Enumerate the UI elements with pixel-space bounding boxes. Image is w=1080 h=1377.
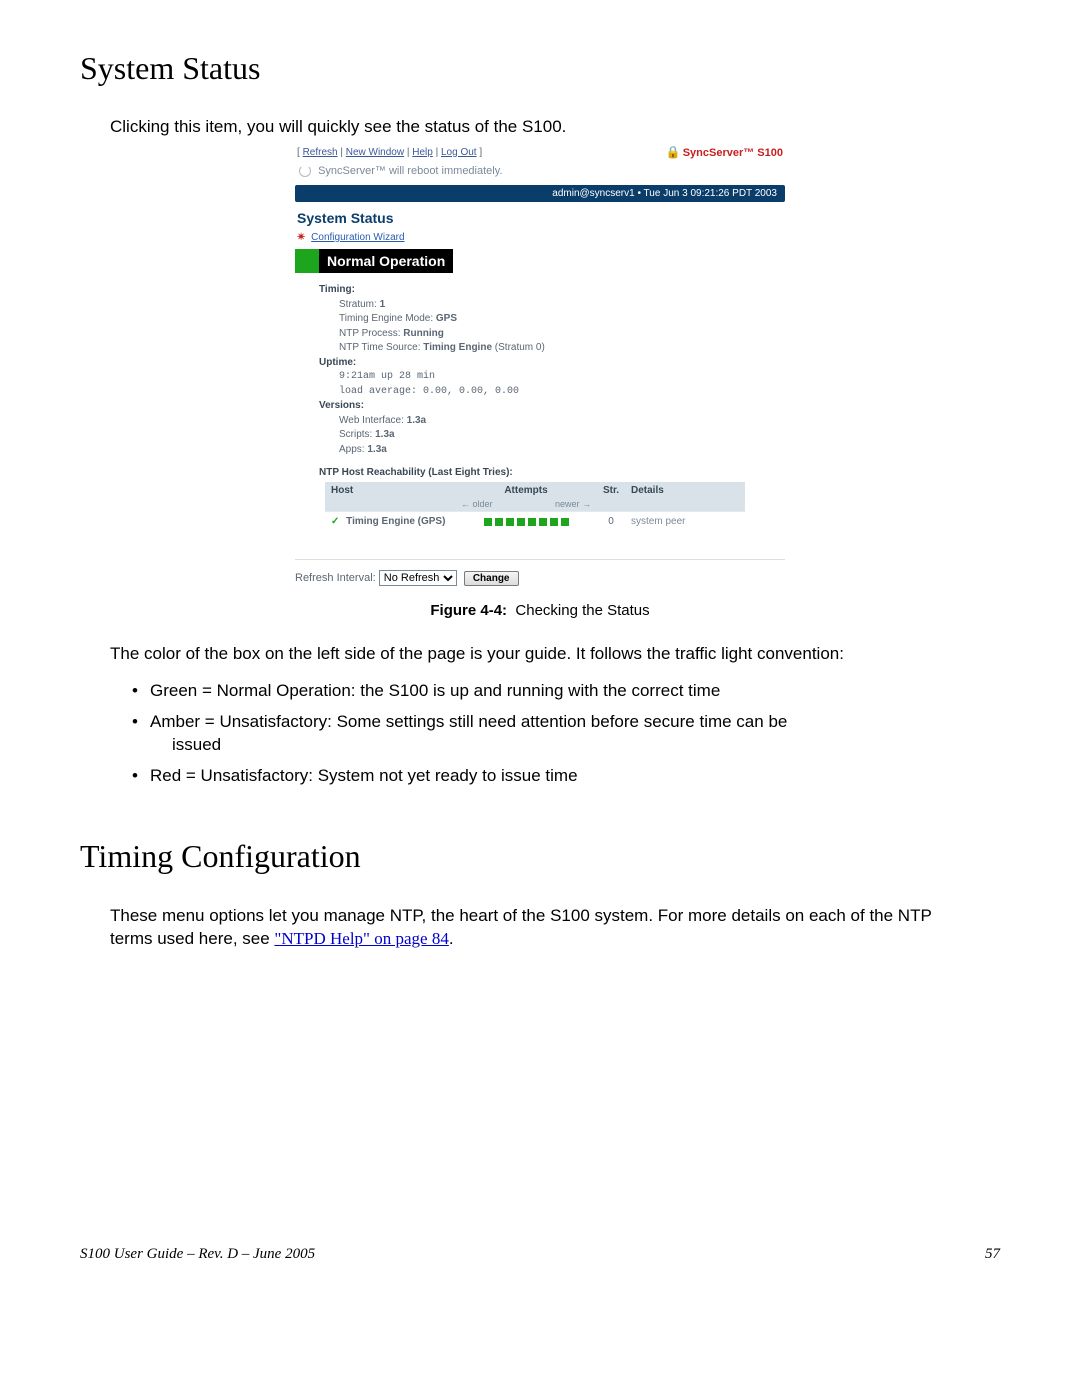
footer-left: S100 User Guide – Rev. D – June 2005	[80, 1246, 315, 1263]
list-item: Amber = Unsatisfactory: Some settings st…	[150, 711, 970, 757]
list-item: Green = Normal Operation: the S100 is up…	[150, 680, 970, 703]
status-indicator-bar: Normal Operation	[295, 249, 785, 273]
refresh-interval-select[interactable]: No Refresh	[379, 570, 457, 586]
footer-page-number: 57	[985, 1246, 1000, 1263]
check-icon: ✓	[331, 516, 339, 527]
reachability-heading: NTP Host Reachability (Last Eight Tries)…	[295, 457, 785, 482]
attempt-square-icon	[517, 518, 525, 526]
attempt-square-icon	[484, 518, 492, 526]
top-links-group: [ Refresh | New Window | Help | Log Out …	[297, 147, 482, 158]
attempt-square-icon	[528, 518, 536, 526]
change-button[interactable]: Change	[464, 571, 519, 586]
config-wizard-row: ✴ Configuration Wizard	[295, 230, 785, 249]
col-stratum: Str.	[591, 485, 631, 496]
user-time-banner: admin@syncserv1 • Tue Jun 3 09:21:26 PDT…	[295, 185, 785, 202]
guide-paragraph: The color of the box on the left side of…	[80, 643, 1000, 666]
figure-caption: Figure 4-4: Checking the Status	[80, 602, 1000, 619]
timing-label: Timing:	[319, 283, 785, 298]
page-footer: S100 User Guide – Rev. D – June 2005 57	[80, 1246, 1000, 1263]
refresh-controls: Refresh Interval: No Refresh Change	[295, 559, 785, 586]
table-subheader: ← older newer →	[325, 499, 745, 511]
logout-link[interactable]: Log Out	[441, 147, 477, 158]
status-text: Normal Operation	[319, 249, 453, 273]
col-attempts: Attempts	[461, 485, 591, 496]
new-window-link[interactable]: New Window	[346, 147, 404, 158]
table-row: ✓ Timing Engine (GPS) 0 system peer	[325, 511, 745, 531]
lock-icon: 🔒	[666, 145, 681, 159]
config-wizard-link[interactable]: Configuration Wizard	[311, 232, 404, 243]
attempt-square-icon	[539, 518, 547, 526]
cell-attempts	[461, 518, 591, 526]
older-label: ← older	[461, 499, 493, 509]
status-color-box	[295, 249, 319, 273]
list-item: Red = Unsatisfactory: System not yet rea…	[150, 765, 970, 788]
versions-label: Versions:	[319, 399, 785, 414]
cell-stratum: 0	[591, 516, 631, 527]
reboot-notice: SyncServer™ will reboot immediately.	[295, 161, 785, 185]
wizard-icon: ✴	[297, 232, 305, 243]
syncserver-logo: 🔒SyncServer™ S100	[666, 145, 783, 159]
intro-paragraph: Clicking this item, you will quickly see…	[80, 117, 1000, 137]
help-link[interactable]: Help	[412, 147, 433, 158]
status-color-list: Green = Normal Operation: the S100 is up…	[80, 680, 1000, 788]
refresh-label: Refresh Interval:	[295, 572, 376, 584]
timing-config-paragraph: These menu options let you manage NTP, t…	[80, 905, 1000, 951]
uptime-label: Uptime:	[319, 356, 785, 371]
attempt-square-icon	[506, 518, 514, 526]
timing-block: Timing: Stratum: 1 Timing Engine Mode: G…	[295, 273, 785, 457]
cell-details: system peer	[631, 516, 739, 527]
section-system-status-title: System Status	[80, 50, 1000, 87]
cell-host: ✓ Timing Engine (GPS)	[331, 516, 461, 527]
refresh-link[interactable]: Refresh	[303, 147, 338, 158]
system-status-heading: System Status	[295, 202, 785, 230]
table-header-row: Host Attempts Str. Details	[325, 482, 745, 499]
newer-label: newer →	[555, 499, 591, 509]
attempt-square-icon	[561, 518, 569, 526]
ntpd-help-link[interactable]: "NTPD Help" on page 84	[274, 929, 448, 948]
reachability-table: Host Attempts Str. Details ← older newer…	[325, 482, 745, 531]
screenshot-top-bar: [ Refresh | New Window | Help | Log Out …	[295, 143, 785, 161]
spinner-icon	[299, 165, 311, 177]
col-host: Host	[331, 485, 461, 496]
col-details: Details	[631, 485, 739, 496]
attempt-square-icon	[550, 518, 558, 526]
attempt-square-icon	[495, 518, 503, 526]
status-screenshot: [ Refresh | New Window | Help | Log Out …	[295, 143, 785, 586]
section-timing-config-title: Timing Configuration	[80, 838, 1000, 875]
